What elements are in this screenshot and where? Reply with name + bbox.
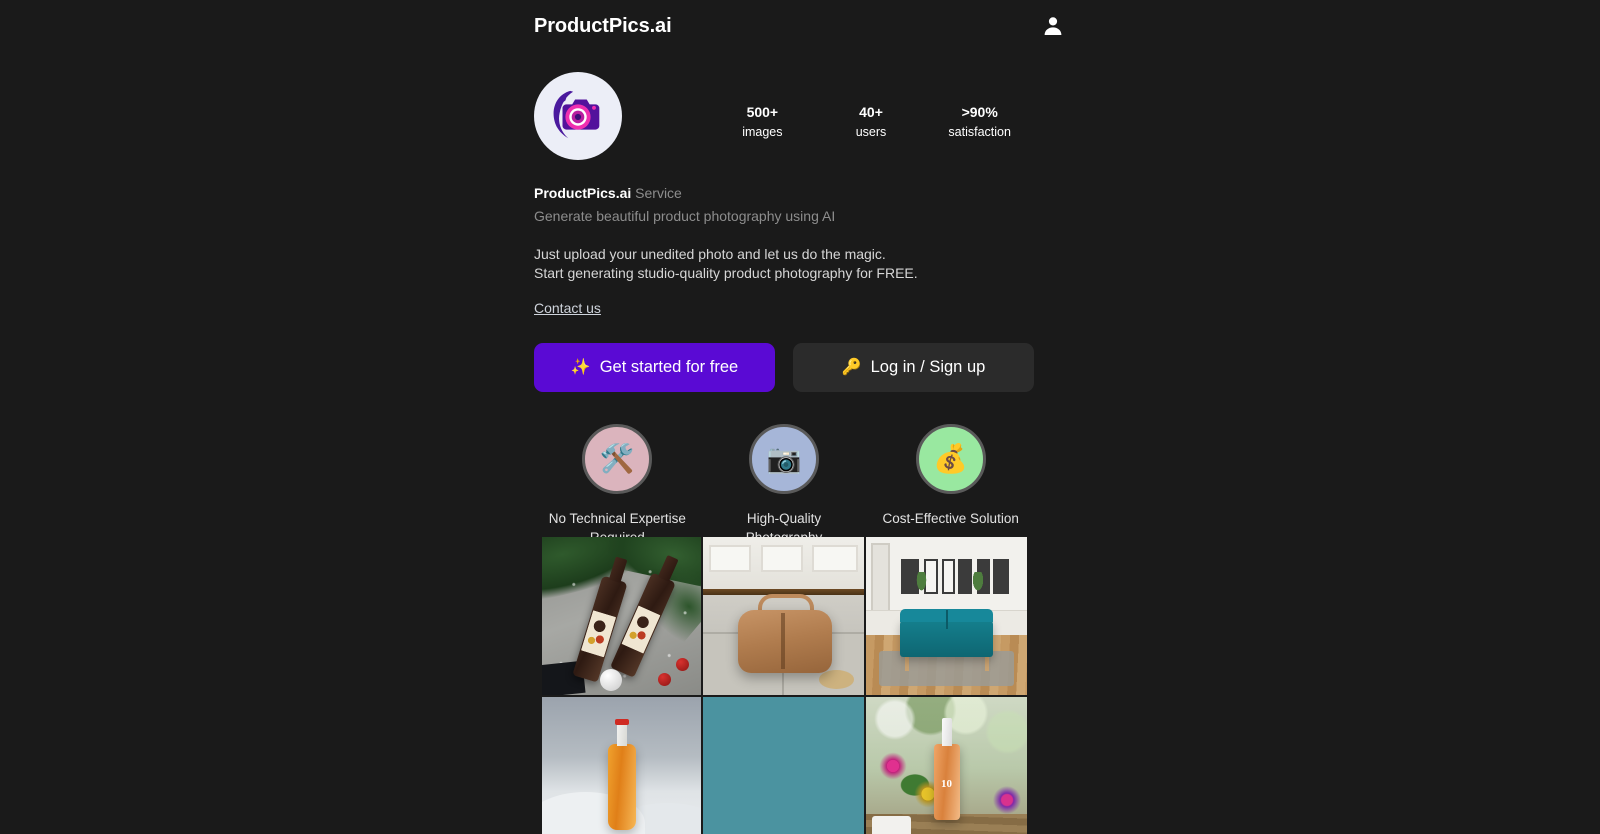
feature-item-cost-effective-solution: 💰 Cost-Effective Solution (867, 424, 1034, 548)
gallery-tile[interactable] (703, 537, 864, 695)
feature-item-high-quality-photography: 📷 High-Quality Photography (701, 424, 868, 548)
gallery-image-teal-sofa-room (866, 537, 1027, 695)
sample-image-gallery: 10 (542, 537, 1027, 834)
gallery-image-teal-placeholder (703, 697, 864, 834)
stat-label: users (855, 124, 887, 139)
stat-value: >90% (961, 104, 998, 120)
features-row: 🛠️ No Technical Expertise Required 📷 Hig… (534, 424, 1034, 548)
intro-line-1: Just upload your unedited photo and let … (534, 245, 886, 262)
hero-row: 500+ images 40+ users >90% satisfaction (534, 72, 1034, 164)
get-started-button[interactable]: ✨ Get started for free (534, 343, 775, 393)
stat-item: 40+ users (817, 104, 926, 140)
brand-title: ProductPics.ai (534, 14, 672, 37)
user-icon (1041, 14, 1065, 38)
login-signup-label: Log in / Sign up (870, 358, 986, 377)
money-bag-icon: 💰 (915, 424, 986, 495)
camera-logo-icon (547, 85, 609, 147)
stat-value: 500+ (746, 104, 779, 120)
stat-label: images (742, 124, 783, 139)
login-signup-button[interactable]: 🔑 Log in / Sign up (793, 343, 1034, 393)
sparkles-icon: ✨ (570, 358, 591, 376)
gallery-tile[interactable] (542, 697, 701, 834)
brand-logo (534, 72, 622, 160)
page-subtitle: Generate beautiful product photography u… (534, 207, 836, 224)
page-root: ProductPics.ai 500+ images 40+ users >90… (0, 0, 1600, 834)
stat-value: 40+ (859, 104, 883, 120)
stat-item: 500+ images (708, 104, 817, 140)
contact-us-link[interactable]: Contact us (534, 300, 601, 316)
gallery-tile[interactable] (542, 537, 701, 695)
page-title-strong: ProductPics.ai (534, 185, 632, 201)
get-started-label: Get started for free (599, 358, 739, 377)
page-title-muted: Service (635, 185, 682, 201)
gallery-tile[interactable]: 10 (866, 697, 1027, 834)
gallery-tile[interactable] (703, 697, 864, 834)
stat-label: satisfaction (948, 124, 1011, 139)
intro-paragraph: Just upload your unedited photo and let … (534, 245, 1034, 284)
intro-line-2: Start generating studio-quality product … (534, 265, 918, 282)
page-title: ProductPics.ai Service (534, 184, 1034, 203)
cta-button-row: ✨ Get started for free 🔑 Log in / Sign u… (534, 343, 1034, 393)
tools-icon: 🛠️ (582, 424, 653, 495)
camera-icon: 📷 (749, 424, 819, 495)
gallery-image-leather-duffle-bag (703, 537, 864, 695)
feature-label: Cost-Effective Solution (882, 511, 1019, 527)
app-header: ProductPics.ai (0, 0, 1600, 52)
gallery-image-serum-bottle-flowers: 10 (866, 697, 1027, 834)
feature-item-no-technical-expertise: 🛠️ No Technical Expertise Required (534, 424, 701, 548)
gallery-image-wine-bottles (542, 537, 701, 695)
stats-row: 500+ images 40+ users >90% satisfaction (708, 104, 1034, 140)
account-avatar-button[interactable] (1040, 13, 1066, 39)
gallery-image-bottle-in-snow (542, 697, 701, 834)
stat-item: >90% satisfaction (925, 104, 1034, 140)
main-content: 500+ images 40+ users >90% satisfaction … (534, 72, 1034, 548)
key-icon: 🔑 (841, 358, 862, 376)
gallery-tile[interactable] (866, 537, 1027, 695)
